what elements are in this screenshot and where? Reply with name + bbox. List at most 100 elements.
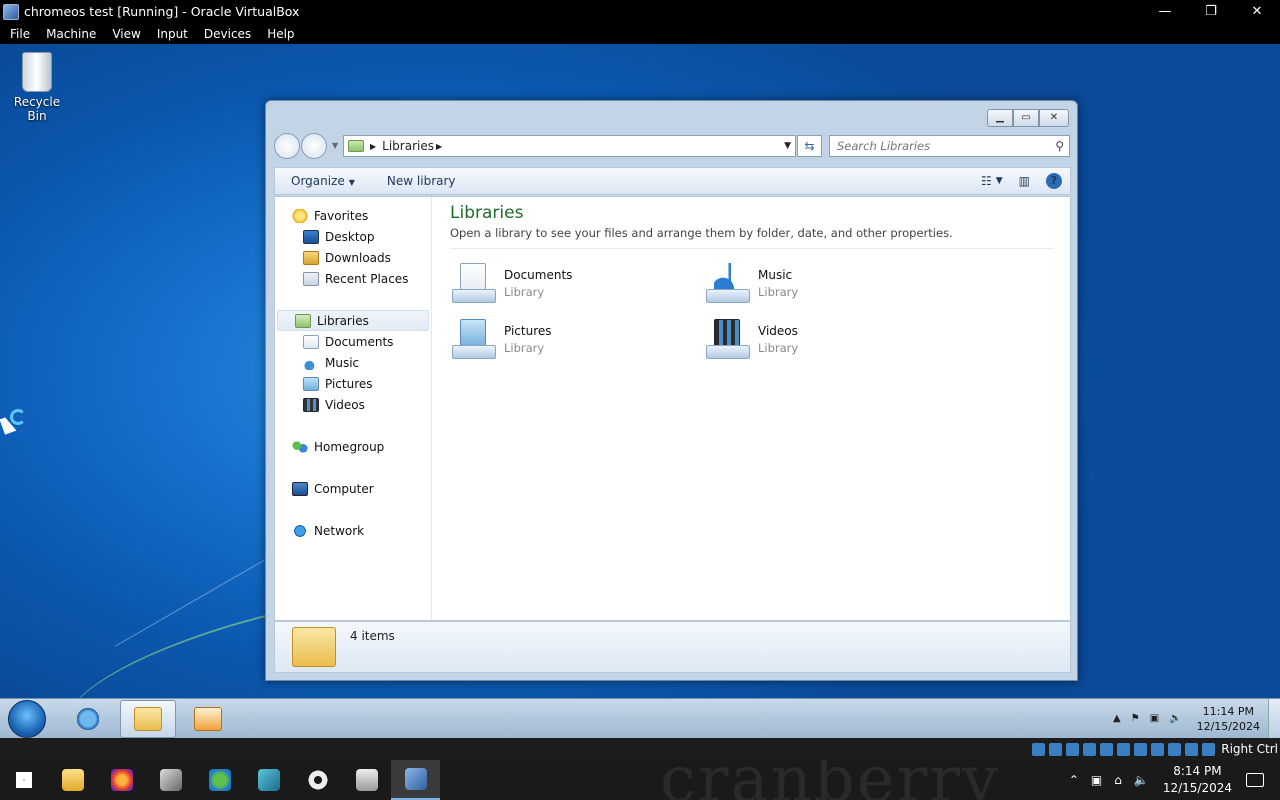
- nav-pictures[interactable]: Pictures: [275, 373, 431, 394]
- taskbar-windows-explorer[interactable]: [120, 699, 176, 738]
- library-tile-music[interactable]: Music Library: [704, 259, 958, 307]
- nav-favorites[interactable]: Favorites: [275, 205, 431, 226]
- visual-studio-icon: [257, 769, 280, 791]
- library-tile-videos[interactable]: Videos Library: [704, 315, 958, 363]
- minimize-button[interactable]: —: [1142, 4, 1188, 19]
- search-icon[interactable]: ⚲: [1055, 139, 1064, 153]
- show-hidden-icons-icon[interactable]: ▲: [1113, 713, 1121, 724]
- nav-label: Documents: [325, 334, 394, 349]
- menu-input[interactable]: Input: [147, 27, 194, 41]
- hard-disk-icon[interactable]: [1032, 742, 1046, 756]
- show-desktop-button[interactable]: [1268, 699, 1280, 739]
- optical-drive-icon[interactable]: [1049, 742, 1063, 756]
- host-taskbar-edge[interactable]: [195, 760, 244, 800]
- network-status-icon[interactable]: ▣: [1150, 713, 1159, 724]
- guest-clock[interactable]: 11:14 PM 12/15/2024: [1197, 704, 1260, 734]
- notification-center-icon[interactable]: [1246, 773, 1264, 787]
- nav-libraries[interactable]: Libraries: [277, 310, 429, 331]
- nav-network[interactable]: Network: [275, 520, 431, 541]
- taskbar-internet-explorer[interactable]: [60, 700, 116, 738]
- nav-videos[interactable]: Videos: [275, 394, 431, 415]
- breadcrumb-libraries[interactable]: Libraries: [382, 139, 434, 153]
- display-icon[interactable]: [1134, 742, 1148, 756]
- explorer-minimize-button[interactable]: ▁: [987, 109, 1013, 127]
- restore-button[interactable]: ❐: [1188, 4, 1234, 19]
- menu-devices[interactable]: Devices: [194, 27, 257, 41]
- search-box: ⚲: [829, 135, 1070, 157]
- host-start-button[interactable]: [0, 760, 48, 800]
- nav-label: Desktop: [325, 229, 375, 244]
- close-button[interactable]: ✕: [1234, 4, 1280, 19]
- audio-icon[interactable]: [1066, 742, 1080, 756]
- recording-icon[interactable]: [1151, 742, 1165, 756]
- action-center-flag-icon[interactable]: ⚑: [1131, 713, 1140, 724]
- nav-documents[interactable]: Documents: [275, 331, 431, 352]
- explorer-window-controls: ▁ ▭ ✕: [987, 109, 1069, 127]
- volume-muted-icon[interactable]: 🔈: [1169, 713, 1181, 724]
- library-tile-documents[interactable]: Documents Library: [450, 259, 704, 307]
- help-icon[interactable]: ?: [1046, 173, 1062, 189]
- host-taskbar-virtualbox[interactable]: [391, 760, 440, 800]
- cpu-icon[interactable]: [1168, 742, 1182, 756]
- keyboard-capture-icon[interactable]: [1202, 742, 1216, 756]
- forward-button[interactable]: [301, 133, 327, 159]
- chevron-up-icon[interactable]: ⌃: [1069, 773, 1079, 787]
- speaker-muted-icon[interactable]: 🔈: [1134, 773, 1149, 787]
- vbox-window-title: chromeos test [Running] - Oracle Virtual…: [24, 4, 300, 19]
- network-adapter-icon[interactable]: [1083, 742, 1097, 756]
- host-clock[interactable]: 8:14 PM 12/15/2024: [1163, 763, 1232, 797]
- recycle-bin-icon: [22, 52, 52, 92]
- organize-button[interactable]: Organize ▼: [275, 174, 371, 188]
- host-taskbar-vs[interactable]: [244, 760, 293, 800]
- preview-pane-icon[interactable]: ▥: [1019, 174, 1030, 188]
- address-bar[interactable]: ▶ Libraries ▶ ▼: [343, 135, 796, 157]
- notifications-app-icon[interactable]: ▣: [1091, 773, 1102, 787]
- recycle-bin-shortcut[interactable]: Recycle Bin: [4, 52, 70, 123]
- star-icon: [292, 208, 308, 223]
- nav-label: Homegroup: [314, 439, 385, 454]
- menu-view[interactable]: View: [102, 27, 146, 41]
- start-orb-button[interactable]: [8, 699, 46, 738]
- menu-file[interactable]: File: [0, 27, 36, 41]
- mouse-integration-icon[interactable]: [1185, 742, 1199, 756]
- nav-music[interactable]: Music: [275, 352, 431, 373]
- search-input[interactable]: [830, 139, 1040, 153]
- host-taskbar-documents[interactable]: [342, 760, 391, 800]
- menu-machine[interactable]: Machine: [36, 27, 102, 41]
- explorer-maximize-button[interactable]: ▭: [1013, 109, 1039, 127]
- host-taskbar-inkscape[interactable]: [146, 760, 195, 800]
- network-icon[interactable]: ⌂: [1114, 773, 1122, 787]
- refresh-button[interactable]: ⇆: [797, 135, 822, 157]
- back-button[interactable]: [274, 133, 300, 159]
- guest-clock-time: 11:14 PM: [1202, 704, 1254, 718]
- nav-homegroup[interactable]: Homegroup: [275, 436, 431, 457]
- nav-computer[interactable]: Computer: [275, 478, 431, 499]
- host-key-label: Right Ctrl: [1221, 742, 1278, 756]
- nav-desktop[interactable]: Desktop: [275, 226, 431, 247]
- address-dropdown-icon[interactable]: ▼: [784, 141, 791, 151]
- downloads-icon: [303, 250, 319, 265]
- library-name: Music: [758, 267, 793, 282]
- nav-downloads[interactable]: Downloads: [275, 247, 431, 268]
- change-view-icon[interactable]: ☷: [981, 174, 992, 188]
- taskbar-media-player[interactable]: [180, 700, 236, 738]
- shared-folders-icon[interactable]: [1117, 742, 1131, 756]
- host-taskbar-file-explorer[interactable]: [48, 760, 97, 800]
- breadcrumb-chevron-icon[interactable]: ▶: [370, 142, 376, 151]
- breadcrumb-chevron-icon[interactable]: ▶: [436, 142, 442, 151]
- usb-icon[interactable]: [1100, 742, 1114, 756]
- nav-recent-places[interactable]: Recent Places: [275, 268, 431, 289]
- host-taskbar-firefox[interactable]: [97, 760, 146, 800]
- explorer-close-button[interactable]: ✕: [1039, 109, 1069, 127]
- item-count: 4 items: [350, 629, 395, 643]
- library-tile-pictures[interactable]: Pictures Library: [450, 315, 704, 363]
- menu-help[interactable]: Help: [257, 27, 300, 41]
- recent-pages-dropdown-icon[interactable]: ▼: [332, 141, 338, 150]
- library-name: Documents: [504, 267, 573, 282]
- view-options-dropdown-icon[interactable]: ▼: [996, 176, 1003, 186]
- recent-places-icon: [303, 271, 319, 286]
- new-library-button[interactable]: New library: [371, 174, 472, 188]
- host-taskbar-settings[interactable]: [293, 760, 342, 800]
